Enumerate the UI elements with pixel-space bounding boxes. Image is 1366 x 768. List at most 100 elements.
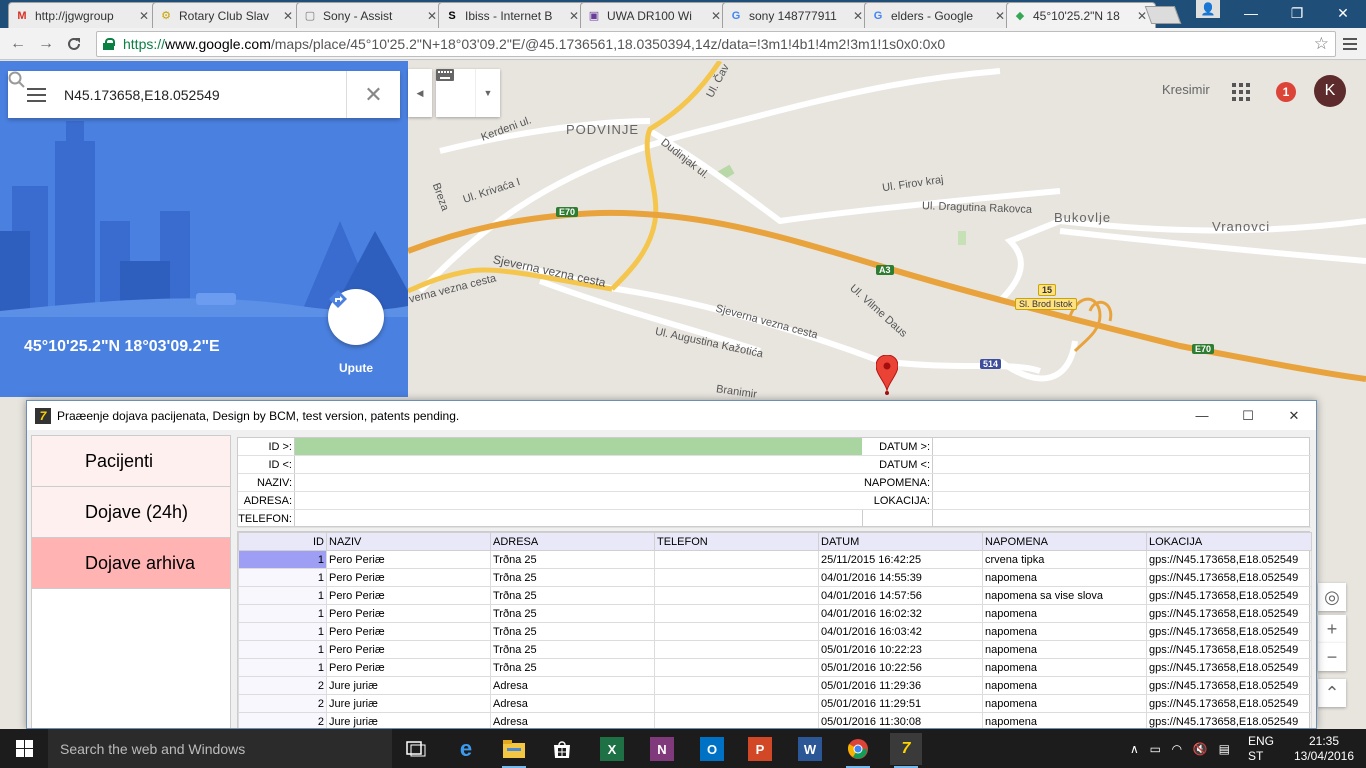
- column-header[interactable]: LOKACIJA: [1146, 532, 1312, 551]
- table-cell[interactable]: [654, 694, 819, 713]
- table-cell[interactable]: 04/01/2016 14:55:39: [818, 568, 983, 587]
- table-cell[interactable]: Trðna 25: [490, 622, 655, 641]
- table-row[interactable]: 1 Pero Periæ Trðna 25 05/01/2016 10:22:56 na…: [238, 658, 1312, 677]
- search-input[interactable]: [64, 79, 306, 110]
- table-cell[interactable]: Pero Periæ: [326, 568, 491, 587]
- table-cell[interactable]: napomena: [982, 676, 1147, 695]
- taskbar-search[interactable]: Search the web and Windows: [48, 729, 392, 768]
- back-button[interactable]: ←: [6, 32, 30, 56]
- table-cell[interactable]: Trðna 25: [490, 586, 655, 605]
- table-cell[interactable]: [654, 676, 819, 695]
- app-minimize-button[interactable]: —: [1179, 401, 1225, 430]
- table-cell[interactable]: Trðna 25: [490, 550, 655, 569]
- restore-button[interactable]: ❐: [1274, 0, 1320, 26]
- table-cell[interactable]: Pero Periæ: [326, 658, 491, 677]
- table-cell[interactable]: napomena: [982, 694, 1147, 713]
- chevron-up-icon[interactable]: ∧: [1130, 742, 1139, 756]
- notifications-badge[interactable]: 1: [1276, 82, 1296, 102]
- tab-close-icon[interactable]: ✕: [425, 9, 439, 23]
- file-explorer-icon[interactable]: [498, 733, 530, 768]
- table-cell[interactable]: Trðna 25: [490, 640, 655, 659]
- table-cell[interactable]: gps://N45.173658,E18.052549: [1146, 550, 1312, 569]
- edge-icon[interactable]: e: [450, 733, 482, 765]
- table-cell[interactable]: 05/01/2016 11:29:51: [818, 694, 983, 713]
- column-header[interactable]: TELEFON: [654, 532, 819, 551]
- table-cell[interactable]: [654, 658, 819, 677]
- table-cell[interactable]: [654, 604, 819, 623]
- app-close-button[interactable]: ✕: [1271, 401, 1316, 430]
- table-cell[interactable]: 1: [238, 658, 327, 677]
- avatar[interactable]: K: [1314, 75, 1346, 107]
- table-cell[interactable]: [654, 550, 819, 569]
- directions-button[interactable]: [328, 289, 384, 345]
- table-cell[interactable]: 05/01/2016 10:22:23: [818, 640, 983, 659]
- table-cell[interactable]: 25/11/2015 16:42:25: [818, 550, 983, 569]
- app-maximize-button[interactable]: ☐: [1225, 401, 1271, 430]
- store-icon[interactable]: [546, 733, 578, 765]
- table-cell[interactable]: gps://N45.173658,E18.052549: [1146, 586, 1312, 605]
- table-row[interactable]: 2 Jure juriæ Adresa 05/01/2016 11:29:36 napo…: [238, 676, 1312, 695]
- table-cell[interactable]: 1: [238, 640, 327, 659]
- table-cell[interactable]: Trðna 25: [490, 568, 655, 587]
- account-name[interactable]: Kresimir: [1162, 82, 1210, 97]
- table-row[interactable]: 1 Pero Periæ Trðna 25 25/11/2015 16:42:25 cr…: [238, 550, 1312, 569]
- wifi-icon[interactable]: ◠: [1172, 742, 1182, 756]
- column-header[interactable]: ID: [238, 532, 327, 551]
- tab-close-icon[interactable]: ✕: [993, 9, 1007, 23]
- search-icon[interactable]: [8, 71, 346, 118]
- reload-button[interactable]: [62, 32, 86, 56]
- table-cell[interactable]: 2: [238, 676, 327, 695]
- browser-tab[interactable]: Gelders - Google ✕: [864, 2, 1014, 28]
- table-row[interactable]: 1 Pero Periæ Trðna 25 04/01/2016 14:57:56 na…: [238, 586, 1312, 605]
- table-cell[interactable]: 1: [238, 550, 327, 569]
- input-tools-button[interactable]: ▼: [436, 69, 500, 117]
- table-cell[interactable]: [654, 586, 819, 605]
- table-cell[interactable]: napomena: [982, 604, 1147, 623]
- table-cell[interactable]: napomena: [982, 640, 1147, 659]
- table-cell[interactable]: 2: [238, 712, 327, 728]
- table-cell[interactable]: napomena: [982, 658, 1147, 677]
- table-cell[interactable]: gps://N45.173658,E18.052549: [1146, 676, 1312, 695]
- chrome-menu-button[interactable]: [1340, 34, 1360, 54]
- column-header[interactable]: NAZIV: [326, 532, 491, 551]
- filter-datum-lt-field[interactable]: [932, 456, 1311, 473]
- volume-icon[interactable]: 🔇: [1193, 742, 1208, 756]
- table-cell[interactable]: 05/01/2016 11:29:36: [818, 676, 983, 695]
- table-cell[interactable]: 05/01/2016 10:22:56: [818, 658, 983, 677]
- new-tab-button[interactable]: [1144, 6, 1182, 24]
- table-cell[interactable]: Adresa: [490, 712, 655, 728]
- address-bar[interactable]: https://www.google.com/maps/place/45°10'…: [96, 31, 1336, 57]
- table-cell[interactable]: 1: [238, 604, 327, 623]
- excel-icon[interactable]: X: [600, 737, 624, 761]
- table-cell[interactable]: gps://N45.173658,E18.052549: [1146, 658, 1312, 677]
- filter-telefon-field[interactable]: [294, 510, 862, 527]
- filter-napomena-field[interactable]: [932, 474, 1311, 491]
- bookmark-star-icon[interactable]: ☆: [1314, 34, 1329, 54]
- table-row[interactable]: 1 Pero Periæ Trðna 25 04/01/2016 14:55:39 na…: [238, 568, 1312, 587]
- keyboard-icon[interactable]: [436, 69, 476, 117]
- table-cell[interactable]: Adresa: [490, 694, 655, 713]
- tab-close-icon[interactable]: ✕: [851, 9, 865, 23]
- table-cell[interactable]: 04/01/2016 16:03:42: [818, 622, 983, 641]
- table-cell[interactable]: gps://N45.173658,E18.052549: [1146, 568, 1312, 587]
- table-cell[interactable]: Pero Periæ: [326, 550, 491, 569]
- browser-tab[interactable]: S Ibiss - Internet B ✕: [438, 2, 588, 28]
- browser-tab[interactable]: ▣ UWA DR100 Wi ✕: [580, 2, 730, 28]
- tab-close-icon[interactable]: ✕: [137, 9, 151, 23]
- zoom-out-button[interactable]: −: [1318, 643, 1346, 671]
- patient-app-taskbar-icon[interactable]: 7: [890, 733, 922, 768]
- table-cell[interactable]: [654, 712, 819, 728]
- table-row[interactable]: 2 Jure juriæ Adresa 05/01/2016 11:30:08 napo…: [238, 712, 1312, 728]
- close-window-button[interactable]: ✕: [1320, 0, 1366, 26]
- start-button[interactable]: [0, 729, 48, 768]
- table-cell[interactable]: 04/01/2016 14:57:56: [818, 586, 983, 605]
- browser-tab[interactable]: ▢ Sony - Assist ✕: [296, 2, 446, 28]
- filter-naziv-field[interactable]: [294, 474, 862, 491]
- browser-tab[interactable]: Gsony 148777911 ✕: [722, 2, 872, 28]
- filter-adresa-field[interactable]: [294, 492, 862, 509]
- forward-button[interactable]: →: [34, 32, 58, 56]
- task-view-icon[interactable]: [400, 733, 432, 765]
- minimize-button[interactable]: —: [1228, 0, 1274, 26]
- word-icon[interactable]: W: [798, 737, 822, 761]
- table-cell[interactable]: napomena: [982, 622, 1147, 641]
